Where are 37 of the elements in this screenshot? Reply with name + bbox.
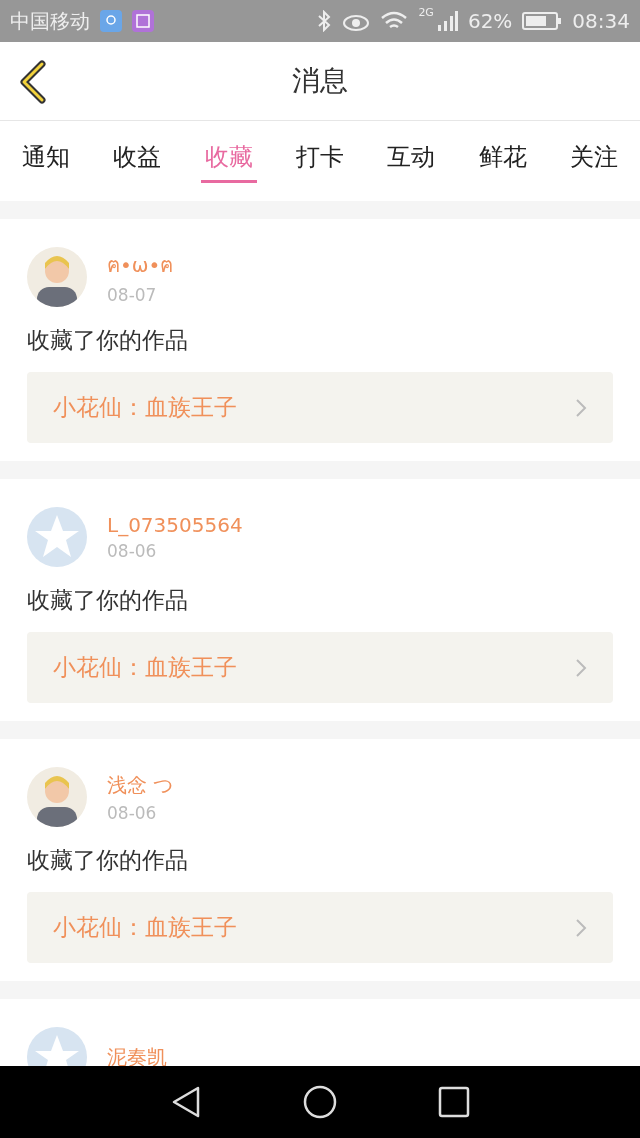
message-date: 08-06 xyxy=(107,802,158,823)
message-text: 收藏了你的作品 xyxy=(27,326,189,355)
work-link[interactable]: 小花仙：血族王子 xyxy=(27,372,613,443)
tab[interactable]: 打卡 xyxy=(291,123,348,183)
battery-percent: 62% xyxy=(467,9,513,33)
network-type: 2G xyxy=(418,6,434,19)
back-icon[interactable] xyxy=(18,60,48,104)
bluetooth-icon xyxy=(316,10,333,32)
user-name[interactable]: L_073505564 xyxy=(107,513,243,537)
carrier-name: 中国移动 xyxy=(10,7,90,35)
chevron-right-icon xyxy=(575,657,587,678)
work-link[interactable]: 小花仙：血族王子 xyxy=(27,892,613,963)
user-name[interactable]: 泥奏凯 xyxy=(107,1043,167,1066)
tab[interactable]: 通知 xyxy=(17,123,74,183)
home-icon[interactable] xyxy=(303,1085,337,1119)
page-title: 消息 xyxy=(292,63,348,99)
tab[interactable]: 关注 xyxy=(566,123,623,183)
message-text: 收藏了你的作品 xyxy=(27,586,189,615)
work-link[interactable]: 小花仙：血族王子 xyxy=(27,632,613,703)
tab[interactable]: 收藏 xyxy=(200,123,257,183)
tab[interactable]: 收益 xyxy=(109,123,166,183)
default-avatar-icon xyxy=(27,507,87,567)
message-date: 08-06 xyxy=(107,541,158,561)
signal-icon xyxy=(435,9,458,33)
recent-apps-icon[interactable] xyxy=(437,1086,470,1118)
location-icon xyxy=(100,10,122,32)
tab[interactable]: 互动 xyxy=(383,123,440,183)
battery-icon xyxy=(522,11,563,31)
user-name[interactable]: 浅念 つ xyxy=(107,771,174,799)
message-date: 08-07 xyxy=(107,285,158,305)
chevron-right-icon xyxy=(575,917,587,938)
user-name[interactable]: ฅ•ω•ฅ xyxy=(107,249,174,281)
chevron-right-icon xyxy=(575,397,587,418)
tab[interactable]: 鲜花 xyxy=(474,123,531,183)
clock-time: 08:34 xyxy=(572,9,630,33)
image-icon xyxy=(132,10,154,32)
message-text: 收藏了你的作品 xyxy=(27,846,189,875)
